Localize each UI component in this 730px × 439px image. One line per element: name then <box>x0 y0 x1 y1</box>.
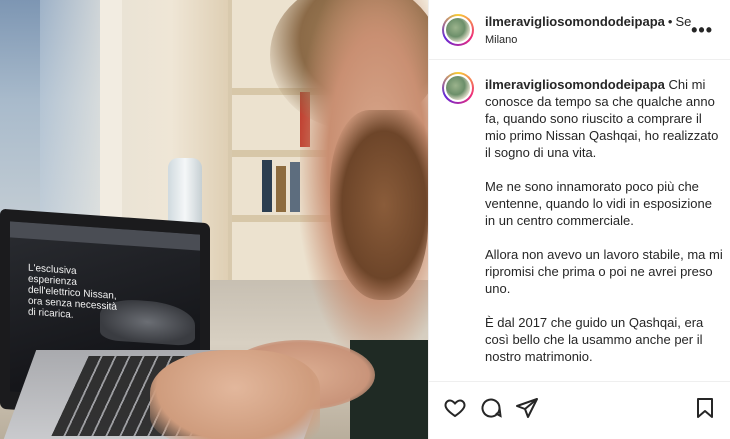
beard <box>330 110 428 300</box>
hand <box>150 350 320 439</box>
browser-bar <box>10 221 200 251</box>
book <box>276 166 286 212</box>
book <box>262 160 272 212</box>
caption-text: ilmeravigliosomondodeipapa Chi mi conosc… <box>485 76 725 365</box>
username-row: ilmeravigliosomondodeipapa • Se <box>485 14 691 29</box>
post-header: ilmeravigliosomondodeipapa • Se Milano ••• <box>429 0 730 60</box>
avatar[interactable] <box>442 72 474 104</box>
caption-paragraph: Me ne sono innamorato poco più che vente… <box>485 179 712 228</box>
caption-paragraph: Allora non avevo un lavoro stabile, ma m… <box>485 247 723 296</box>
post-sidebar: ilmeravigliosomondodeipapa • Se Milano •••… <box>428 0 730 439</box>
caption: ilmeravigliosomondodeipapa Chi mi conosc… <box>429 60 730 380</box>
bookmark-icon[interactable] <box>693 396 717 420</box>
separator-dot: • <box>667 14 673 29</box>
book <box>290 162 300 212</box>
follow-button[interactable]: Se <box>675 14 691 29</box>
comment-icon[interactable] <box>479 396 503 420</box>
action-bar <box>429 381 730 439</box>
avatar[interactable] <box>442 14 474 46</box>
username-link[interactable]: ilmeravigliosomondodeipapa <box>485 14 665 29</box>
share-icon[interactable] <box>515 396 539 420</box>
post-photo[interactable]: L'esclusiva esperienza dell'elettrico Ni… <box>0 0 428 439</box>
caption-paragraph: È dal 2017 che guido un Qashqai, era cos… <box>485 315 704 364</box>
laptop-screen-text: L'esclusiva esperienza dell'elettrico Ni… <box>28 262 117 321</box>
caption-username[interactable]: ilmeravigliosomondodeipapa <box>485 77 665 92</box>
location-link[interactable]: Milano <box>485 34 517 46</box>
heart-icon[interactable] <box>443 396 467 420</box>
more-dots-icon[interactable]: ••• <box>691 20 713 41</box>
